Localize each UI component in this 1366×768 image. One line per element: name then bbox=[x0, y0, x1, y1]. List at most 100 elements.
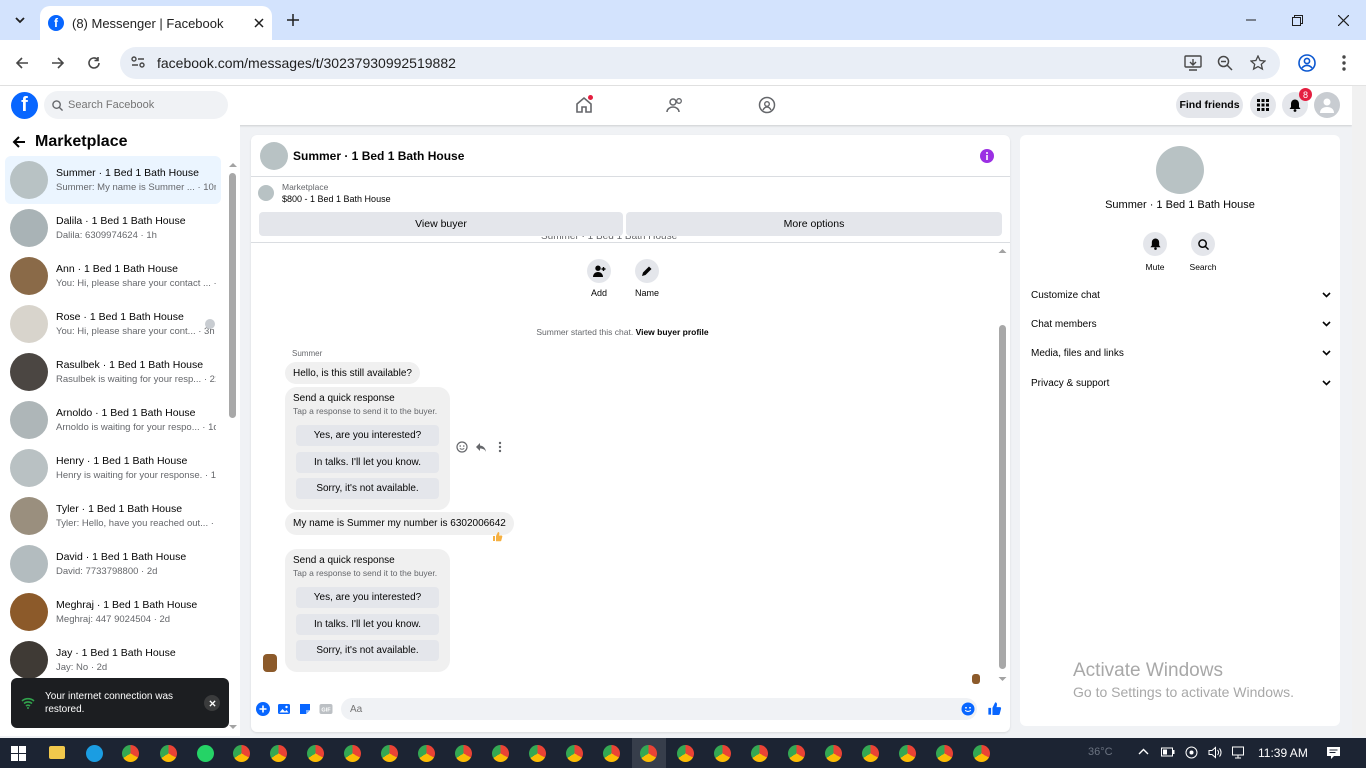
quick-reply-in-talks-button[interactable]: In talks. I'll let you know. bbox=[296, 452, 439, 473]
browser-tab[interactable]: f (8) Messenger | Facebook bbox=[40, 6, 272, 40]
plus-circle-icon[interactable] bbox=[256, 702, 270, 716]
reply-icon[interactable] bbox=[475, 441, 487, 453]
conversation-item[interactable]: Tyler · 1 Bed 1 Bath House Tyler: Hello, … bbox=[5, 492, 221, 540]
account-avatar[interactable] bbox=[1314, 92, 1340, 118]
conversation-item[interactable]: David · 1 Bed 1 Bath House David: 7733798… bbox=[5, 540, 221, 588]
chrome-icon[interactable] bbox=[160, 745, 177, 762]
more-actions-icon[interactable] bbox=[494, 441, 506, 453]
chrome-icon[interactable] bbox=[270, 745, 287, 762]
chrome-icon[interactable] bbox=[381, 745, 398, 762]
site-info-icon[interactable] bbox=[130, 54, 146, 70]
media-files-links-section[interactable]: Media, files and links bbox=[1031, 342, 1331, 364]
find-friends-button[interactable]: Find friends bbox=[1176, 92, 1243, 118]
chat-avatar[interactable] bbox=[260, 141, 288, 170]
sticker-icon[interactable] bbox=[298, 702, 312, 716]
webcam-icon[interactable] bbox=[1185, 746, 1198, 759]
chrome-icon[interactable] bbox=[825, 745, 842, 762]
new-tab-button[interactable] bbox=[282, 9, 304, 31]
customize-chat-section[interactable]: Customize chat bbox=[1031, 284, 1331, 306]
zoom-icon[interactable] bbox=[1216, 54, 1234, 72]
chrome-icon[interactable] bbox=[122, 745, 139, 762]
conversation-item[interactable]: Ann · 1 Bed 1 Bath House You: Hi, please … bbox=[5, 252, 221, 300]
file-explorer-icon[interactable] bbox=[49, 746, 65, 759]
chrome-icon[interactable] bbox=[233, 745, 250, 762]
sidebar-scrollbar-thumb[interactable] bbox=[229, 173, 236, 418]
chrome-icon[interactable] bbox=[899, 745, 916, 762]
menu-button[interactable] bbox=[1250, 92, 1276, 118]
edge-icon[interactable] bbox=[86, 745, 103, 762]
chrome-icon[interactable] bbox=[751, 745, 768, 762]
close-window-button[interactable] bbox=[1320, 0, 1366, 40]
minimize-button[interactable] bbox=[1228, 0, 1274, 40]
conversation-item[interactable]: Meghraj · 1 Bed 1 Bath House Meghraj: 447… bbox=[5, 588, 221, 636]
speaker-icon[interactable] bbox=[1208, 746, 1222, 759]
chrome-icon[interactable] bbox=[714, 745, 731, 762]
close-tab-icon[interactable] bbox=[254, 18, 264, 28]
chat-scrollbar-thumb[interactable] bbox=[999, 325, 1006, 669]
view-buyer-button[interactable]: View buyer bbox=[259, 212, 623, 236]
chat-members-section[interactable]: Chat members bbox=[1031, 313, 1331, 335]
page-scrollbar[interactable] bbox=[1352, 86, 1366, 736]
react-smiley-icon[interactable] bbox=[456, 441, 468, 453]
forward-button[interactable] bbox=[46, 51, 70, 75]
chrome-icon[interactable] bbox=[566, 745, 583, 762]
chrome-icon[interactable] bbox=[862, 745, 879, 762]
search-in-chat-button[interactable]: Search bbox=[1183, 232, 1223, 272]
tab-search-button[interactable] bbox=[8, 8, 32, 32]
quick-reply-yes-button[interactable]: Yes, are you interested? bbox=[296, 587, 439, 608]
edit-name-button[interactable]: Name bbox=[629, 259, 665, 298]
reload-button[interactable] bbox=[82, 51, 106, 75]
chat-title[interactable]: Summer · 1 Bed 1 Bath House bbox=[293, 149, 464, 163]
quick-reply-not-available-button[interactable]: Sorry, it's not available. bbox=[296, 640, 439, 661]
clock[interactable]: 11:39 AM bbox=[1258, 746, 1308, 760]
thumbs-up-send-icon[interactable] bbox=[987, 701, 1002, 716]
conversation-item[interactable]: Rasulbek · 1 Bed 1 Bath House Rasulbek is… bbox=[5, 348, 221, 396]
whatsapp-icon[interactable] bbox=[197, 745, 214, 762]
back-button[interactable] bbox=[10, 51, 34, 75]
chrome-icon[interactable] bbox=[677, 745, 694, 762]
facebook-search[interactable] bbox=[44, 91, 228, 119]
message-input[interactable] bbox=[350, 703, 940, 715]
address-bar[interactable]: facebook.com/messages/t/3023793099251988… bbox=[120, 47, 1280, 79]
friends-nav-button[interactable] bbox=[665, 95, 685, 115]
conversation-item[interactable]: Rose · 1 Bed 1 Bath House You: Hi, please… bbox=[5, 300, 221, 348]
profile-button[interactable] bbox=[1295, 51, 1319, 75]
weather-temperature[interactable]: 36°C bbox=[1088, 746, 1113, 758]
chrome-icon[interactable] bbox=[603, 745, 620, 762]
chrome-icon[interactable] bbox=[973, 745, 990, 762]
conversation-item[interactable]: Henry · 1 Bed 1 Bath House Henry is waiti… bbox=[5, 444, 221, 492]
chevron-up-icon[interactable] bbox=[1138, 748, 1149, 755]
quick-reply-not-available-button[interactable]: Sorry, it's not available. bbox=[296, 478, 439, 499]
back-arrow-icon[interactable] bbox=[12, 135, 26, 149]
conversation-item[interactable]: Dalila · 1 Bed 1 Bath House Dalila: 63099… bbox=[5, 204, 221, 252]
conversation-item[interactable]: Jay · 1 Bed 1 Bath House Jay: No · 2d bbox=[5, 636, 221, 684]
message-bubble[interactable]: Hello, is this still available? bbox=[285, 362, 420, 384]
groups-nav-button[interactable] bbox=[757, 95, 777, 115]
battery-icon[interactable] bbox=[1161, 747, 1175, 757]
browser-menu-button[interactable] bbox=[1332, 51, 1356, 75]
toast-close-button[interactable] bbox=[204, 695, 220, 711]
network-icon[interactable] bbox=[1232, 746, 1247, 759]
more-options-button[interactable]: More options bbox=[626, 212, 1002, 236]
chrome-icon[interactable] bbox=[936, 745, 953, 762]
chrome-icon[interactable] bbox=[455, 745, 472, 762]
conversation-item[interactable]: Summer · 1 Bed 1 Bath House Summer: My na… bbox=[5, 156, 221, 204]
facebook-search-input[interactable] bbox=[68, 99, 218, 111]
bookmark-star-icon[interactable] bbox=[1249, 54, 1267, 72]
view-buyer-profile-link[interactable]: View buyer profile bbox=[636, 327, 709, 337]
chrome-icon[interactable] bbox=[788, 745, 805, 762]
windows-start-icon[interactable] bbox=[11, 746, 26, 761]
chrome-icon[interactable] bbox=[418, 745, 435, 762]
add-people-button[interactable]: Add bbox=[581, 259, 617, 298]
notification-center-icon[interactable] bbox=[1326, 746, 1341, 760]
message-input-box[interactable] bbox=[341, 698, 977, 720]
quick-reply-in-talks-button[interactable]: In talks. I'll let you know. bbox=[296, 614, 439, 635]
facebook-logo-icon[interactable]: f bbox=[11, 92, 38, 119]
conversation-item[interactable]: Arnoldo · 1 Bed 1 Bath House Arnoldo is w… bbox=[5, 396, 221, 444]
install-app-icon[interactable] bbox=[1184, 54, 1202, 72]
chrome-icon[interactable] bbox=[529, 745, 546, 762]
chrome-icon[interactable] bbox=[344, 745, 361, 762]
restore-button[interactable] bbox=[1274, 0, 1320, 40]
message-bubble[interactable]: My name is Summer my number is 630200664… bbox=[285, 512, 514, 535]
chrome-icon[interactable] bbox=[492, 745, 509, 762]
